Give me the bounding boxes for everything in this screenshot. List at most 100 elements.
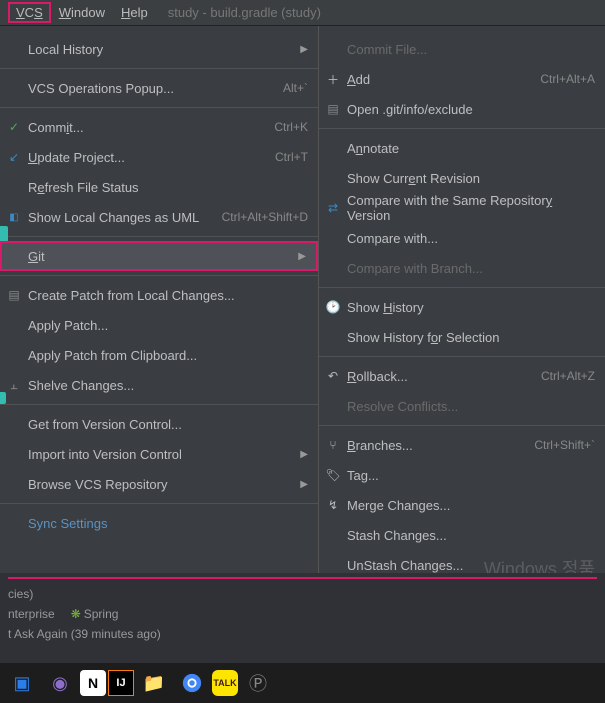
shortcut: Alt+` xyxy=(283,81,308,95)
submenu-add[interactable]: ＋ Add Ctrl+Alt+A xyxy=(319,64,605,94)
shortcut: Ctrl+Shift+` xyxy=(534,438,595,452)
taskbar-eclipse-icon[interactable]: ◉ xyxy=(42,665,78,701)
menu-label: Get from Version Control... xyxy=(28,417,308,432)
separator xyxy=(0,275,318,276)
submenu-show-history-selection[interactable]: Show History for Selection xyxy=(319,322,605,352)
separator xyxy=(0,68,318,69)
file-icon: ▤ xyxy=(325,101,341,117)
submenu-tag[interactable]: 🏷 Tag... xyxy=(319,460,605,490)
git-submenu: Commit File... ＋ Add Ctrl+Alt+A ▤ Open .… xyxy=(318,26,605,663)
shortcut: Ctrl+Alt+Shift+D xyxy=(222,210,308,224)
menu-label: Browse VCS Repository xyxy=(28,477,296,492)
submenu-rollback[interactable]: ↶ Rollback... Ctrl+Alt+Z xyxy=(319,361,605,391)
bottom-ask-again: t Ask Again (39 minutes ago) xyxy=(8,627,597,641)
submenu-show-history[interactable]: 🕑 Show History xyxy=(319,292,605,322)
bottom-text: cies) xyxy=(8,587,33,601)
menubar-help[interactable]: Help xyxy=(113,2,156,23)
shortcut: Ctrl+K xyxy=(274,120,308,134)
menu-label: Apply Patch... xyxy=(28,318,308,333)
taskbar: ▣ ◉ N IJ 📁 TALK Ⓟ xyxy=(0,663,605,703)
taskbar-app-1[interactable]: ▣ xyxy=(4,665,40,701)
submenu-resolve-conflicts[interactable]: Resolve Conflicts... xyxy=(319,391,605,421)
separator xyxy=(319,128,605,129)
submenu-compare-branch[interactable]: Compare with Branch... xyxy=(319,253,605,283)
taskbar-kakao-icon[interactable]: TALK xyxy=(212,670,238,696)
menu-label: Show Current Revision xyxy=(347,171,595,186)
menu-label: UnStash Changes... xyxy=(347,558,595,573)
menubar: VCS WWindowindow Help study - build.grad… xyxy=(0,0,605,26)
submenu-compare-same-repo[interactable]: ⇄ Compare with the Same Repository Versi… xyxy=(319,193,605,223)
menu-apply-patch-clipboard[interactable]: Apply Patch from Clipboard... xyxy=(0,340,318,370)
submenu-arrow-icon: ▶ xyxy=(300,449,308,460)
menu-label: Create Patch from Local Changes... xyxy=(28,288,308,303)
menu-import-into-vcs[interactable]: Import into Version Control ▶ xyxy=(0,439,318,469)
submenu-show-current-revision[interactable]: Show Current Revision xyxy=(319,163,605,193)
submenu-compare-with[interactable]: Compare with... xyxy=(319,223,605,253)
submenu-commit-file[interactable]: Commit File... xyxy=(319,34,605,64)
menu-vcs-ops-popup[interactable]: VCS Operations Popup... Alt+` xyxy=(0,73,318,103)
menu-label: Git xyxy=(28,249,294,264)
menu-local-history[interactable]: Local History ▶ xyxy=(0,34,318,64)
submenu-open-git-exclude[interactable]: ▤ Open .git/info/exclude xyxy=(319,94,605,124)
shortcut: Ctrl+T xyxy=(275,150,308,164)
taskbar-notion-icon[interactable]: N xyxy=(80,670,106,696)
submenu-merge-changes[interactable]: ↯ Merge Changes... xyxy=(319,490,605,520)
check-icon: ✓ xyxy=(6,119,22,135)
taskbar-app-2[interactable]: Ⓟ xyxy=(240,665,276,701)
menu-label: Tag... xyxy=(347,468,595,483)
shelve-icon: ⫠ xyxy=(6,377,22,393)
history-icon: 🕑 xyxy=(325,299,341,315)
menu-shelve-changes[interactable]: ⫠ Shelve Changes... xyxy=(0,370,318,400)
separator xyxy=(319,287,605,288)
menu-label: VCS Operations Popup... xyxy=(28,81,283,96)
menu-label: Compare with Branch... xyxy=(347,261,595,276)
menu-label: Rollback... xyxy=(347,369,541,384)
menu-create-patch[interactable]: ▤ Create Patch from Local Changes... xyxy=(0,280,318,310)
menu-get-from-vcs[interactable]: Get from Version Control... xyxy=(0,409,318,439)
chrome-svg xyxy=(181,672,203,694)
bottom-nterprise: nterprise xyxy=(8,607,55,621)
menu-label: Resolve Conflicts... xyxy=(347,399,595,414)
rollback-icon: ↶ xyxy=(325,368,341,384)
plus-icon: ＋ xyxy=(325,71,341,87)
submenu-stash-changes[interactable]: Stash Changes... xyxy=(319,520,605,550)
menu-label: Update Project... xyxy=(28,150,275,165)
menu-sync-settings[interactable]: Sync Settings xyxy=(0,508,318,538)
bottom-spring: ❋Spring xyxy=(71,607,119,621)
menu-show-local-uml[interactable]: ◧ Show Local Changes as UML Ctrl+Alt+Shi… xyxy=(0,202,318,232)
submenu-annotate[interactable]: Annotate xyxy=(319,133,605,163)
menu-label: Shelve Changes... xyxy=(28,378,308,393)
taskbar-chrome-icon[interactable] xyxy=(174,665,210,701)
menu-label: Stash Changes... xyxy=(347,528,595,543)
taskbar-intellij-icon[interactable]: IJ xyxy=(108,670,134,696)
menu-browse-vcs-repo[interactable]: Browse VCS Repository ▶ xyxy=(0,469,318,499)
menu-git[interactable]: Git ▶ xyxy=(0,241,318,271)
divider xyxy=(8,577,597,579)
menu-commit[interactable]: ✓ Commit... Ctrl+K xyxy=(0,112,318,142)
menu-label: Open .git/info/exclude xyxy=(347,102,595,117)
submenu-branches[interactable]: ⑂ Branches... Ctrl+Shift+` xyxy=(319,430,605,460)
separator xyxy=(0,107,318,108)
shortcut: Ctrl+Alt+A xyxy=(540,72,595,86)
menu-label: Show Local Changes as UML xyxy=(28,210,222,225)
update-icon: ↙ xyxy=(6,149,22,165)
window-title: study - build.gradle (study) xyxy=(168,5,321,20)
separator xyxy=(319,425,605,426)
menu-refresh-status[interactable]: Refresh File Status xyxy=(0,172,318,202)
taskbar-explorer-icon[interactable]: 📁 xyxy=(136,665,172,701)
menu-label: Annotate xyxy=(347,141,595,156)
branch-icon: ⑂ xyxy=(325,437,341,453)
menu-label: Import into Version Control xyxy=(28,447,296,462)
menu-update-project[interactable]: ↙ Update Project... Ctrl+T xyxy=(0,142,318,172)
submenu-arrow-icon: ▶ xyxy=(298,251,306,262)
menubar-vcs[interactable]: VCS xyxy=(8,2,51,23)
menubar-window[interactable]: WWindowindow xyxy=(51,2,113,23)
merge-icon: ↯ xyxy=(325,497,341,513)
menu-apply-patch[interactable]: Apply Patch... xyxy=(0,310,318,340)
menu-label: Show History xyxy=(347,300,595,315)
submenu-arrow-icon: ▶ xyxy=(300,479,308,490)
menu-label: Branches... xyxy=(347,438,534,453)
separator xyxy=(0,404,318,405)
separator xyxy=(319,356,605,357)
shortcut: Ctrl+Alt+Z xyxy=(541,369,595,383)
